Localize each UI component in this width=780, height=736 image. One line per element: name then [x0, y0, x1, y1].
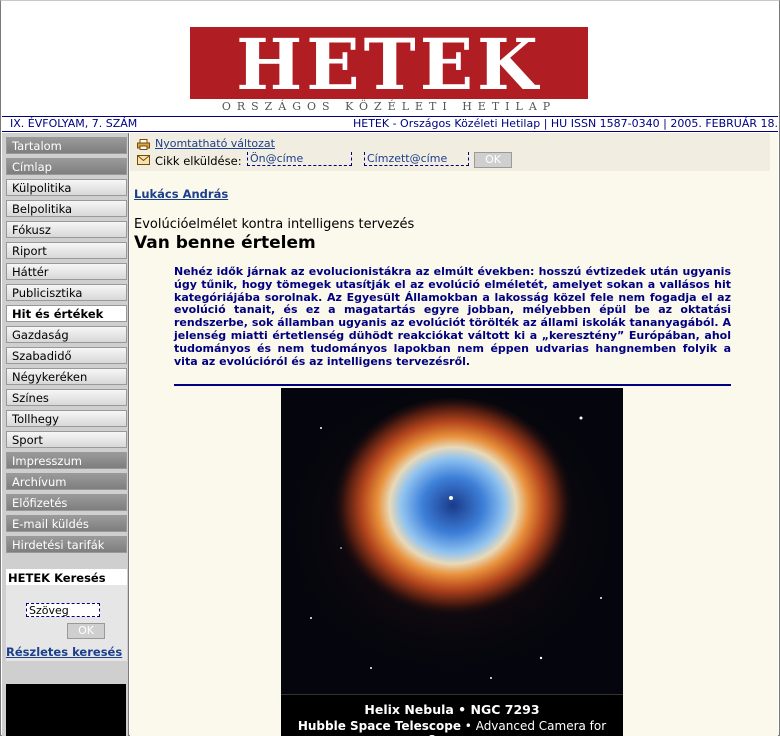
- send-article-label: Cikk elküldése:: [155, 154, 242, 168]
- sidebar-item-5[interactable]: Fókusz: [6, 221, 127, 238]
- author-link[interactable]: Lukács András: [134, 187, 228, 201]
- send-ok-button[interactable]: OK: [474, 152, 512, 168]
- article-kicker: Evolúcióelmélet kontra intelligens terve…: [134, 217, 415, 232]
- image-caption-title: Helix Nebula • NGC 7293: [364, 702, 540, 717]
- hetek-logo[interactable]: HETEK: [190, 23, 588, 106]
- search-input[interactable]: Szöveg: [26, 603, 100, 617]
- article-lead: Nehéz idők járnak az evolucionistákra az…: [174, 265, 731, 368]
- search-ok-button[interactable]: OK: [67, 623, 105, 639]
- sidebar-item-9[interactable]: Hit és értékek: [6, 305, 127, 322]
- sidebar-item-11[interactable]: Szabadidő: [6, 347, 127, 364]
- sidebar-item-19[interactable]: E-mail küldés: [6, 515, 127, 532]
- publication-info: HETEK - Országos Közéleti Hetilap | HU I…: [352, 117, 778, 130]
- sender-email-field[interactable]: Ön@címe: [247, 152, 352, 166]
- sidebar-item-16[interactable]: Impresszum: [6, 452, 127, 469]
- article-title: Van benne értelem: [134, 233, 316, 253]
- issue-label: IX. ÉVFOLYAM, 7. SZÁM: [10, 117, 138, 130]
- sidebar-item-13[interactable]: Színes: [6, 389, 127, 406]
- main-content: Nyomtatható változat Cikk elküldése: Ön@…: [130, 133, 778, 736]
- sidebar-item-7[interactable]: Háttér: [6, 263, 127, 280]
- envelope-icon: [137, 155, 150, 165]
- sidebar-item-17[interactable]: Archívum: [6, 473, 127, 490]
- advanced-search-link[interactable]: Részletes keresés: [6, 645, 122, 659]
- recipient-email-field[interactable]: Címzett@címe: [364, 152, 469, 166]
- logo-subtitle: ORSZÁGOS KÖZÉLETI HETILAP: [221, 100, 557, 113]
- article-toolbar: Nyomtatható változat Cikk elküldése: Ön@…: [130, 133, 770, 171]
- sidebar: Tartalom Címlap Külpolitika Belpolitika Fóku…: [2, 133, 129, 736]
- printable-version-link[interactable]: Nyomtatható változat: [155, 137, 275, 150]
- sidebar-item-20[interactable]: Hirdetési tarifák: [6, 536, 127, 553]
- helix-nebula-graphic: [281, 388, 623, 694]
- sidebar-item-15[interactable]: Sport: [6, 431, 127, 448]
- sidebar-item-2[interactable]: Címlap: [6, 158, 127, 175]
- sidebar-item-3[interactable]: Külpolitika: [6, 179, 127, 196]
- sidebar-item-6[interactable]: Riport: [6, 242, 127, 259]
- logo-text: HETEK: [236, 23, 542, 106]
- divider: [174, 384, 731, 386]
- sidebar-item-8[interactable]: Publicisztika: [6, 284, 127, 301]
- search-title: HETEK Keresés: [8, 571, 106, 585]
- nebula-image: Helix Nebula • NGC 7293 Hubble Space Tel…: [281, 388, 623, 736]
- info-strip: IX. ÉVFOLYAM, 7. SZÁM HETEK - Országos K…: [2, 116, 778, 132]
- caption-telescope: Hubble Space Telescope: [297, 719, 461, 733]
- sidebar-item-12[interactable]: Négykeréken: [6, 368, 127, 385]
- sidebar-item-4[interactable]: Belpolitika: [6, 200, 127, 217]
- sidebar-item-18[interactable]: Előfizetés: [6, 494, 127, 511]
- sidebar-item-10[interactable]: Gazdaság: [6, 326, 127, 343]
- banner-placeholder: [6, 684, 126, 736]
- sidebar-item-14[interactable]: Tollhegy: [6, 410, 127, 427]
- image-caption-credit: Hubble Space Telescope • Advanced Camera…: [281, 719, 623, 736]
- sidebar-item-1[interactable]: Tartalom: [6, 137, 127, 154]
- printer-icon[interactable]: [137, 139, 150, 150]
